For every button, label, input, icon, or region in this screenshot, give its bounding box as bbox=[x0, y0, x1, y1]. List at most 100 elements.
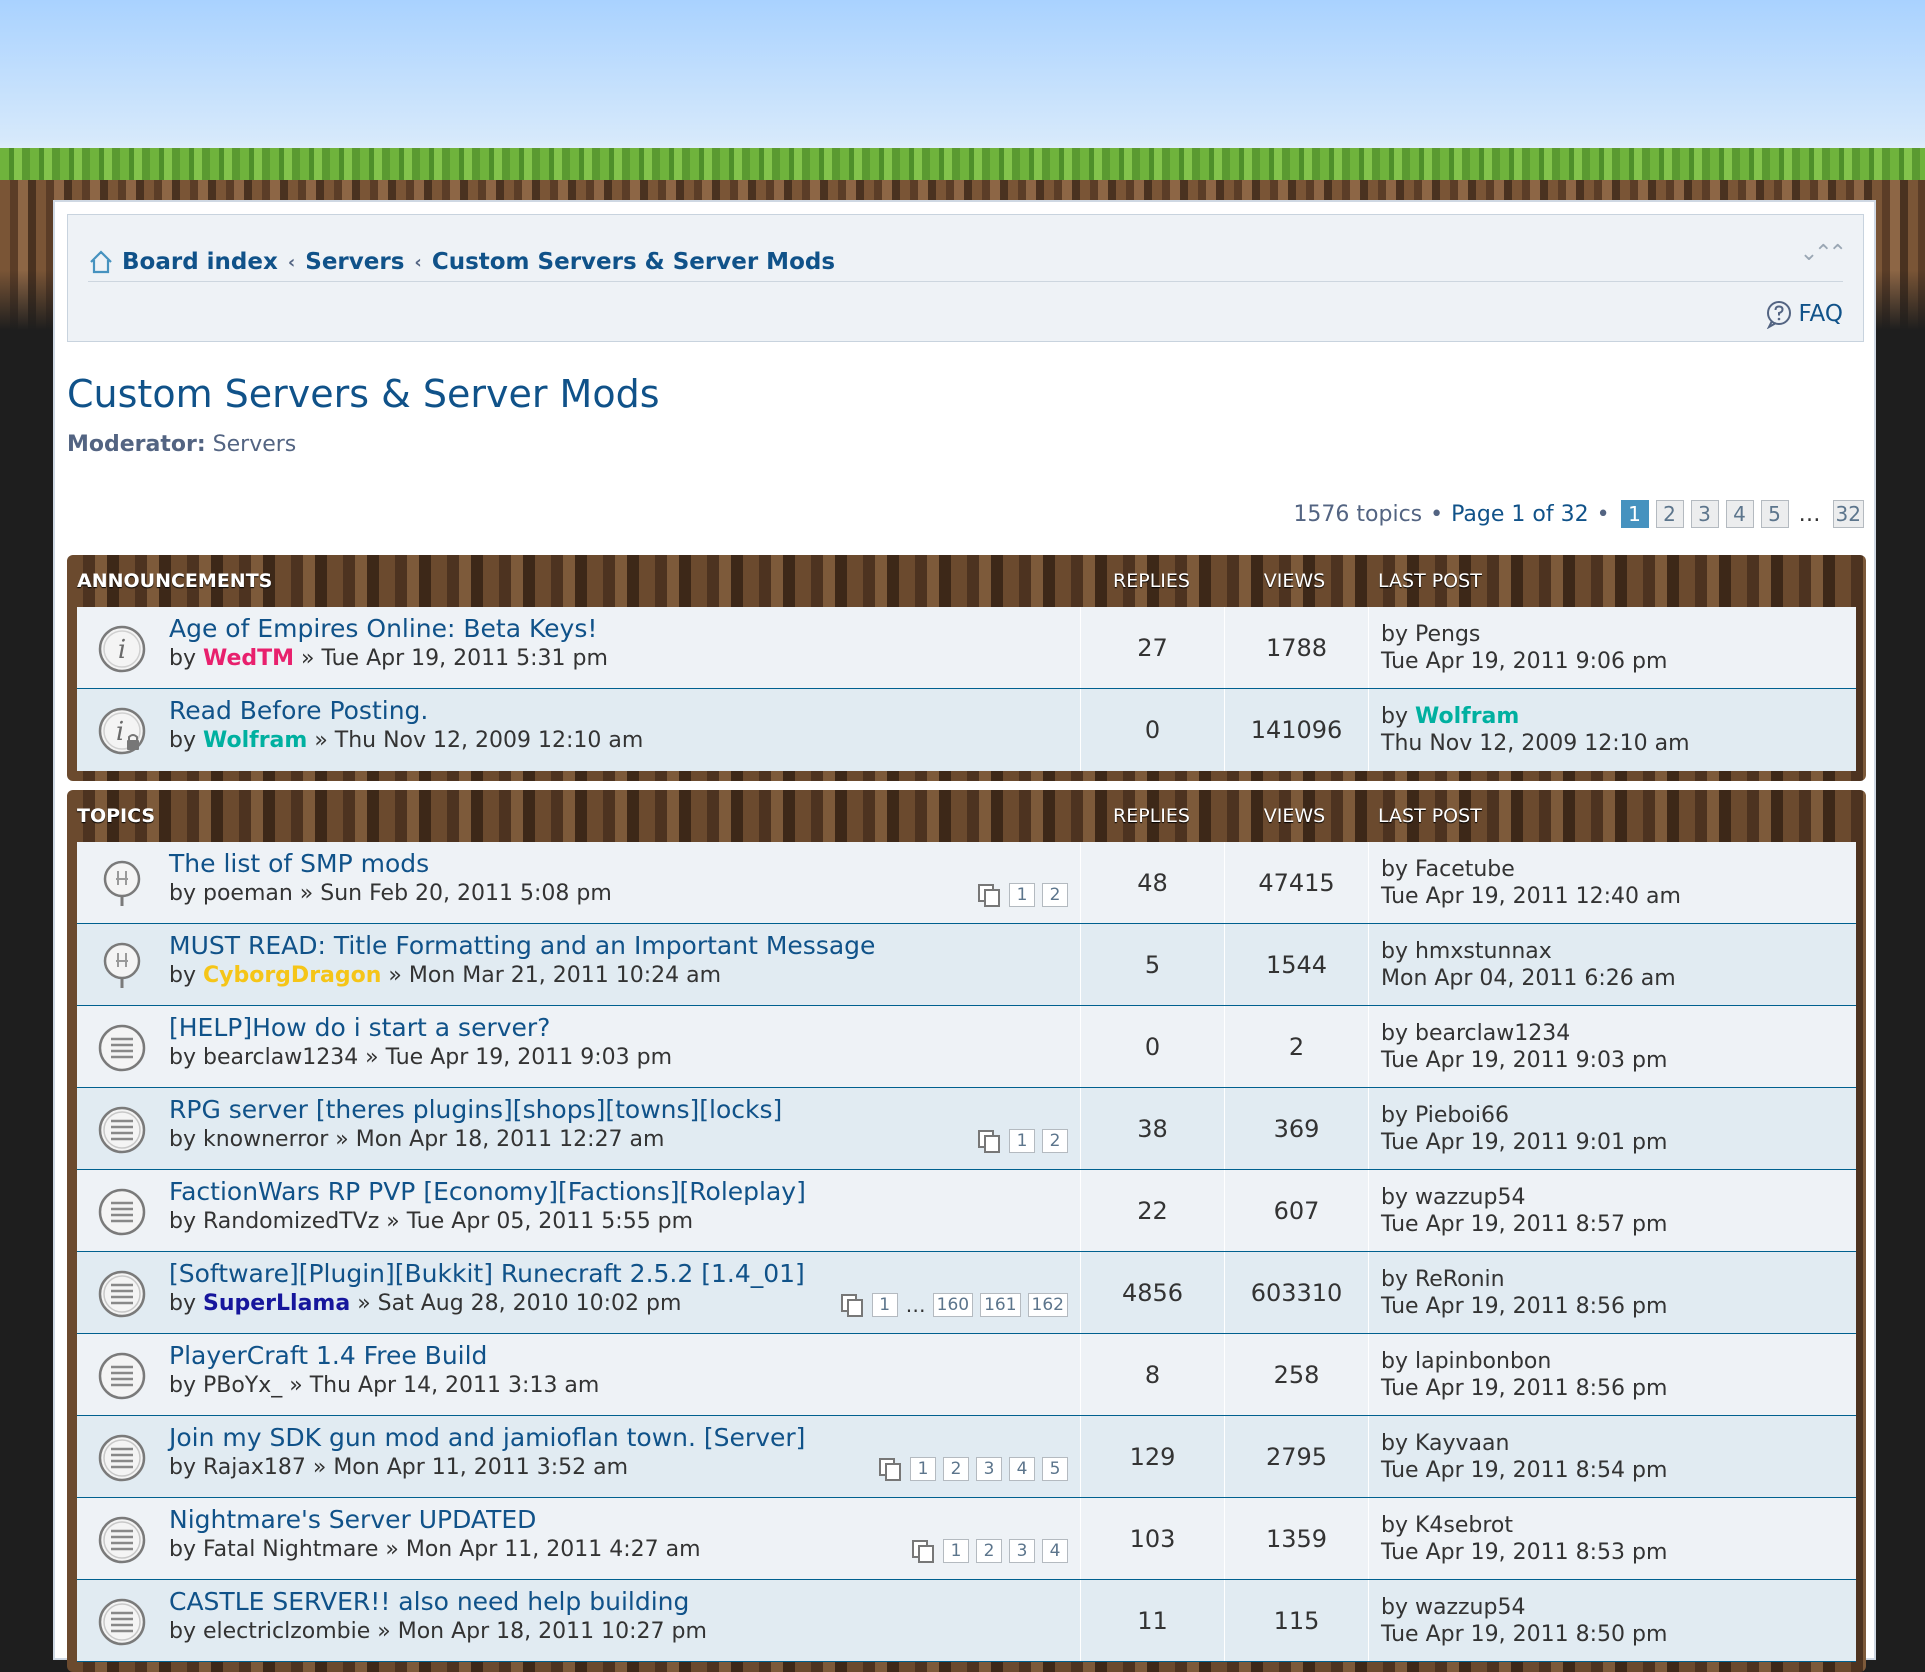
last-post-date[interactable]: Tue Apr 19, 2011 9:01 pm bbox=[1381, 1129, 1667, 1156]
topic-author[interactable]: CyborgDragon bbox=[203, 963, 381, 988]
last-post-date[interactable]: Mon Apr 04, 2011 6:26 am bbox=[1381, 965, 1676, 992]
last-post-author[interactable]: by Kayvaan bbox=[1381, 1430, 1667, 1457]
last-post-date[interactable]: Thu Nov 12, 2009 12:10 am bbox=[1381, 730, 1690, 757]
topic-date: » Thu Nov 12, 2009 12:10 am bbox=[314, 728, 644, 753]
topic-page-link[interactable]: 4 bbox=[1009, 1457, 1035, 1481]
views-count: 2795 bbox=[1225, 1416, 1369, 1497]
topic-page-link[interactable]: 2 bbox=[1042, 1129, 1068, 1153]
topic-title[interactable]: [Software][Plugin][Bukkit] Runecraft 2.5… bbox=[169, 1259, 805, 1288]
replies-count: 129 bbox=[1081, 1416, 1225, 1497]
topics-box: TOPICS REPLIES VIEWS LAST POST The list … bbox=[67, 790, 1866, 1672]
last-post-date[interactable]: Tue Apr 19, 2011 9:03 pm bbox=[1381, 1047, 1667, 1074]
faq-link[interactable]: FAQ bbox=[1764, 299, 1843, 329]
last-post-author[interactable]: by wazzup54 bbox=[1381, 1184, 1667, 1211]
topic-read-icon bbox=[98, 1024, 146, 1072]
pages-icon bbox=[840, 1294, 863, 1317]
last-post: by lapinbonbon Tue Apr 19, 2011 8:56 pm bbox=[1369, 1334, 1667, 1415]
topic-page-link[interactable]: 3 bbox=[1009, 1539, 1035, 1563]
last-post-date[interactable]: Tue Apr 19, 2011 8:57 pm bbox=[1381, 1211, 1667, 1238]
last-post-author[interactable]: by Pieboi66 bbox=[1381, 1102, 1667, 1129]
topic-page-link[interactable]: 1 bbox=[910, 1457, 936, 1481]
pages-icon bbox=[879, 1458, 901, 1481]
page-link-3[interactable]: 3 bbox=[1690, 500, 1719, 528]
breadcrumb-servers[interactable]: Servers bbox=[305, 249, 404, 275]
page-link-2[interactable]: 2 bbox=[1655, 500, 1684, 528]
topic-pagination: 1 2 3 4 5 bbox=[877, 1456, 1068, 1482]
moderator-value[interactable]: Servers bbox=[213, 432, 297, 457]
topic-author[interactable]: WedTM bbox=[203, 646, 294, 671]
last-post-date[interactable]: Tue Apr 19, 2011 12:40 am bbox=[1381, 883, 1681, 910]
col-replies: REPLIES bbox=[1113, 805, 1190, 827]
home-icon[interactable] bbox=[88, 249, 114, 275]
topic-page-link[interactable]: 2 bbox=[976, 1539, 1002, 1563]
breadcrumb-custom-servers[interactable]: Custom Servers & Server Mods bbox=[432, 249, 835, 275]
topic-page-link[interactable]: 161 bbox=[980, 1293, 1021, 1317]
last-post-author[interactable]: by wazzup54 bbox=[1381, 1594, 1667, 1621]
topic-page-link[interactable]: 4 bbox=[1042, 1539, 1068, 1563]
topic-title[interactable]: The list of SMP mods bbox=[169, 849, 429, 878]
page-link-5[interactable]: 5 bbox=[1760, 500, 1789, 528]
last-post-author[interactable]: by Facetube bbox=[1381, 856, 1681, 883]
last-post-date[interactable]: Tue Apr 19, 2011 8:56 pm bbox=[1381, 1293, 1667, 1320]
topic-page-link[interactable]: 1 bbox=[871, 1293, 898, 1317]
topic-title[interactable]: CASTLE SERVER!! also need help building bbox=[169, 1587, 689, 1616]
topic-title[interactable]: RPG server [theres plugins][shops][towns… bbox=[169, 1095, 782, 1124]
topic-meta: by PBoYx_ » Thu Apr 14, 2011 3:13 am bbox=[169, 1373, 600, 1398]
col-views: VIEWS bbox=[1263, 805, 1326, 827]
topic-page-link[interactable]: 160 bbox=[932, 1293, 974, 1317]
topic-page-link[interactable]: 1 bbox=[943, 1539, 969, 1563]
last-post-date[interactable]: Tue Apr 19, 2011 8:56 pm bbox=[1381, 1375, 1667, 1402]
topic-author[interactable]: SuperLlama bbox=[203, 1291, 350, 1316]
last-post-date[interactable]: Tue Apr 19, 2011 8:50 pm bbox=[1381, 1621, 1667, 1648]
topic-title[interactable]: MUST READ: Title Formatting and an Impor… bbox=[169, 931, 875, 960]
breadcrumb-board-index[interactable]: Board index bbox=[122, 249, 278, 275]
topic-page-link[interactable]: 3 bbox=[976, 1457, 1002, 1481]
topic-title[interactable]: FactionWars RP PVP [Economy][Factions][R… bbox=[169, 1177, 806, 1206]
topic-hot-icon bbox=[98, 1106, 146, 1154]
by-label: by bbox=[169, 963, 196, 988]
topic-title[interactable]: [HELP]How do i start a server? bbox=[169, 1013, 550, 1042]
help-icon bbox=[1767, 301, 1792, 329]
last-post-author[interactable]: by ReRonin bbox=[1381, 1266, 1667, 1293]
last-post-date[interactable]: Tue Apr 19, 2011 8:54 pm bbox=[1381, 1457, 1667, 1484]
last-post-author[interactable]: by lapinbonbon bbox=[1381, 1348, 1667, 1375]
topic-hot-icon bbox=[98, 1434, 146, 1482]
views-count: 1544 bbox=[1225, 924, 1369, 1005]
topic-page-link[interactable]: 2 bbox=[1042, 883, 1068, 907]
last-post-date[interactable]: Tue Apr 19, 2011 8:53 pm bbox=[1381, 1539, 1667, 1566]
topic-cell: FactionWars RP PVP [Economy][Factions][R… bbox=[77, 1170, 1081, 1251]
last-post-author[interactable]: by bearclaw1234 bbox=[1381, 1020, 1667, 1047]
topic-page-link[interactable]: 2 bbox=[943, 1457, 969, 1481]
topic-title[interactable]: Read Before Posting. bbox=[169, 696, 428, 725]
last-post-author[interactable]: Wolfram bbox=[1415, 704, 1519, 729]
topic-page-link[interactable]: 1 bbox=[1009, 1129, 1035, 1153]
views-count: 141096 bbox=[1225, 689, 1369, 771]
topic-page-link[interactable]: 162 bbox=[1027, 1293, 1068, 1317]
topic-cell: i Age of Empires Online: Beta Keys! by W… bbox=[77, 607, 1081, 688]
topic-row: [Software][Plugin][Bukkit] Runecraft 2.5… bbox=[77, 1252, 1856, 1334]
last-post-author[interactable]: by Pengs bbox=[1381, 621, 1667, 648]
topic-title[interactable]: Age of Empires Online: Beta Keys! bbox=[169, 614, 597, 643]
forum-title[interactable]: Custom Servers & Server Mods bbox=[67, 372, 660, 416]
replies-count: 27 bbox=[1081, 607, 1225, 688]
topic-author[interactable]: Wolfram bbox=[203, 728, 307, 753]
page-link-4[interactable]: 4 bbox=[1725, 500, 1754, 528]
page-link-last[interactable]: 32 bbox=[1832, 500, 1864, 528]
topic-pagination: 1 … 160 161 162 bbox=[839, 1292, 1068, 1318]
topic-page-link[interactable]: 1 bbox=[1009, 883, 1035, 907]
last-post-author[interactable]: by hmxstunnax bbox=[1381, 938, 1676, 965]
topic-title[interactable]: Nightmare's Server UPDATED bbox=[169, 1505, 536, 1534]
topic-cell: [HELP]How do i start a server? by bearcl… bbox=[77, 1006, 1081, 1087]
breadcrumb: Board index ‹ Servers ‹ Custom Servers &… bbox=[88, 249, 835, 275]
topic-title[interactable]: PlayerCraft 1.4 Free Build bbox=[169, 1341, 487, 1370]
last-post-date[interactable]: Tue Apr 19, 2011 9:06 pm bbox=[1381, 648, 1667, 675]
pagination-ellipsis: … bbox=[1798, 501, 1821, 527]
page-indicator[interactable]: Page 1 of 32 bbox=[1451, 502, 1588, 527]
topic-page-link[interactable]: 5 bbox=[1042, 1457, 1068, 1481]
topic-title[interactable]: Join my SDK gun mod and jamioflan town. … bbox=[169, 1423, 805, 1452]
replies-count: 48 bbox=[1081, 842, 1225, 923]
collapse-icon[interactable]: ⌄⌃⌃ bbox=[1800, 241, 1847, 266]
last-post-author[interactable]: by K4sebrot bbox=[1381, 1512, 1667, 1539]
page-link-1[interactable]: 1 bbox=[1620, 500, 1649, 528]
sticky-icon bbox=[103, 860, 141, 906]
